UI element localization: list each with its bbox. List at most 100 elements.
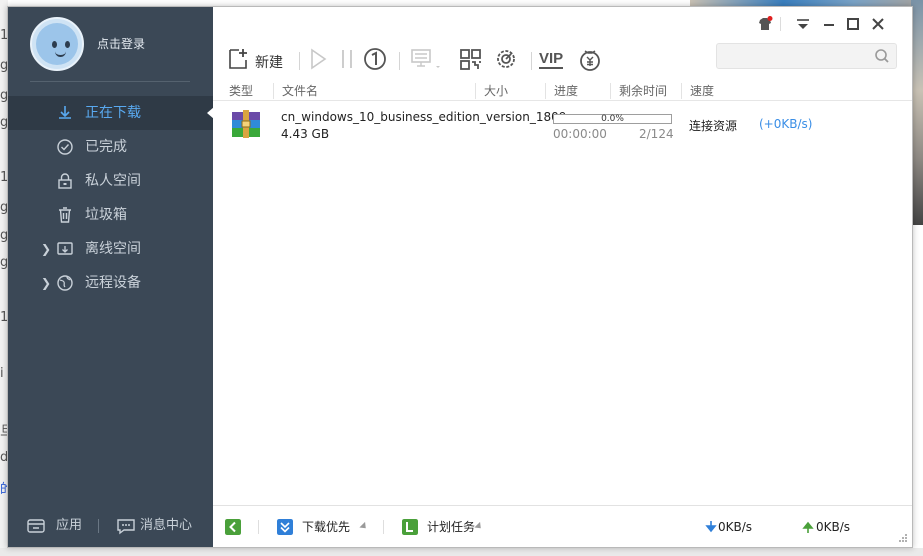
- toolbar-divider: [299, 52, 300, 70]
- window-controls-divider: [780, 17, 781, 31]
- sidebar-item-label: 私人空间: [85, 173, 141, 189]
- main-panel: 新建 VIP 类型 文件名 大小 进度 剩余时间 速度 cn_windows_1…: [213, 7, 912, 547]
- search-box[interactable]: [716, 43, 897, 69]
- qr-code-icon: [460, 49, 481, 70]
- task-progress-percent: 0.0%: [601, 114, 624, 124]
- sidebar-item-label: 离线空间: [85, 241, 141, 257]
- search-icon[interactable]: [874, 48, 890, 64]
- sidebar-item-downloading[interactable]: 正在下载: [8, 96, 214, 130]
- speed-limit-button[interactable]: [363, 47, 389, 75]
- computer-button[interactable]: [409, 47, 443, 75]
- column-filename[interactable]: 文件名: [273, 83, 318, 99]
- scheduled-tasks-button[interactable]: 计划任务: [402, 518, 492, 536]
- sidebar-item-label: 垃圾箱: [85, 207, 127, 223]
- sidebar-item-trash[interactable]: 垃圾箱: [8, 198, 213, 232]
- task-status: 连接资源: [689, 119, 738, 133]
- cloud-download-icon: [57, 242, 73, 255]
- maximize-icon[interactable]: [844, 15, 862, 33]
- sidebar-divider: [30, 81, 190, 82]
- toolbar: 新建 VIP: [213, 43, 912, 83]
- toolbar-divider: [399, 52, 400, 70]
- money-button[interactable]: [577, 47, 605, 75]
- pause-icon: [342, 50, 352, 68]
- login-link[interactable]: 点击登录: [97, 35, 145, 52]
- arrow-up-icon: [802, 521, 814, 533]
- avatar-face-icon: [36, 23, 78, 65]
- sidebar-nav: 正在下载 已完成 私人空间 垃圾箱 ❯ 离线空间 ❯ 远程设备: [8, 96, 214, 300]
- sidebar-item-label: 远程设备: [85, 275, 141, 291]
- download-manager-window: 点击登录 正在下载 已完成 私人空间 垃圾箱 ❯ 离线空间 ❯ 远程设备 应用 …: [7, 6, 913, 548]
- chevron-left-icon: [225, 519, 241, 535]
- collapse-sidebar-button[interactable]: [225, 518, 243, 536]
- minimize-icon[interactable]: [820, 15, 838, 33]
- task-elapsed-time: 00:00:00: [553, 127, 607, 141]
- sidebar-item-label: 已完成: [85, 139, 127, 155]
- download-speed: 0KB/s: [705, 518, 765, 536]
- search-input[interactable]: [723, 47, 868, 65]
- avatar[interactable]: [30, 17, 84, 71]
- new-task-button[interactable]: 新建: [227, 47, 297, 75]
- download-priority-icon: [277, 519, 293, 535]
- menu-icon[interactable]: [794, 15, 812, 33]
- sidebar-item-label: 正在下载: [85, 105, 141, 121]
- download-priority-button[interactable]: 下载优先: [277, 518, 377, 536]
- vip-button[interactable]: VIP: [539, 47, 569, 75]
- sidebar-item-offline-space[interactable]: ❯ 离线空间: [8, 232, 213, 266]
- new-task-label: 新建: [255, 55, 283, 71]
- dropdown-arrow-icon: [474, 521, 484, 532]
- money-bag-icon: [580, 50, 600, 71]
- chevron-right-icon[interactable]: ❯: [41, 232, 51, 266]
- sidebar: 点击登录 正在下载 已完成 私人空间 垃圾箱 ❯ 离线空间 ❯ 远程设备 应用 …: [8, 7, 214, 547]
- task-speed: (+0KB/s): [759, 117, 813, 131]
- task-connections: 2/124: [639, 127, 674, 141]
- scheduled-tasks-label: 计划任务: [427, 520, 476, 534]
- close-icon[interactable]: [869, 15, 887, 33]
- status-divider: [383, 520, 384, 534]
- column-size[interactable]: 大小: [475, 83, 508, 99]
- chevron-right-icon[interactable]: ❯: [41, 266, 51, 300]
- message-icon: [117, 519, 135, 535]
- sidebar-item-completed[interactable]: 已完成: [8, 130, 213, 164]
- skin-icon[interactable]: [756, 15, 774, 33]
- download-speed-value: 0KB/s: [718, 520, 753, 534]
- gear-icon: [497, 50, 515, 68]
- apps-icon: [27, 519, 45, 533]
- window-controls: [756, 15, 906, 35]
- status-divider: [258, 520, 259, 534]
- qr-code-button[interactable]: [458, 47, 484, 75]
- task-row[interactable]: cn_windows_10_business_edition_version_1…: [213, 105, 912, 145]
- new-file-icon: [229, 49, 247, 69]
- download-icon: [59, 106, 71, 119]
- footer-divider: [98, 519, 99, 533]
- status-bar: 下载优先 计划任务 0KB/s 0KB/s: [213, 505, 912, 547]
- acceleration-button[interactable]: [493, 47, 521, 75]
- background-text: i: [0, 366, 4, 381]
- check-circle-icon: [57, 139, 73, 155]
- upload-speed: 0KB/s: [802, 518, 862, 536]
- computer-icon: [411, 49, 440, 68]
- upload-speed-value: 0KB/s: [816, 520, 851, 534]
- sidebar-item-private-space[interactable]: 私人空间: [8, 164, 213, 198]
- sidebar-item-remote-devices[interactable]: ❯ 远程设备: [8, 266, 213, 300]
- dropdown-arrow-icon: [359, 521, 369, 532]
- toolbar-divider: [531, 52, 532, 70]
- column-speed[interactable]: 速度: [681, 83, 714, 99]
- task-progress-bar: 0.0%: [553, 114, 672, 124]
- column-progress[interactable]: 进度: [545, 83, 578, 99]
- play-icon: [311, 48, 327, 70]
- task-size: 4.43 GB: [281, 127, 330, 141]
- resize-grip-icon[interactable]: [898, 533, 908, 543]
- pause-button[interactable]: [339, 47, 355, 75]
- arrow-down-icon: [705, 521, 717, 533]
- download-priority-label: 下载优先: [302, 520, 351, 534]
- apps-button[interactable]: 应用: [26, 515, 82, 537]
- archive-file-icon: [232, 110, 260, 138]
- column-remaining-time[interactable]: 剩余时间: [610, 83, 667, 99]
- start-button[interactable]: [307, 47, 329, 75]
- column-header: 类型 文件名 大小 进度 剩余时间 速度: [213, 81, 912, 101]
- message-center-button[interactable]: 消息中心: [116, 515, 192, 537]
- user-area: 点击登录: [8, 7, 213, 87]
- sidebar-footer: 应用 消息中心: [8, 505, 213, 547]
- speed-limit-icon: [364, 48, 386, 70]
- column-type[interactable]: 类型: [221, 83, 253, 99]
